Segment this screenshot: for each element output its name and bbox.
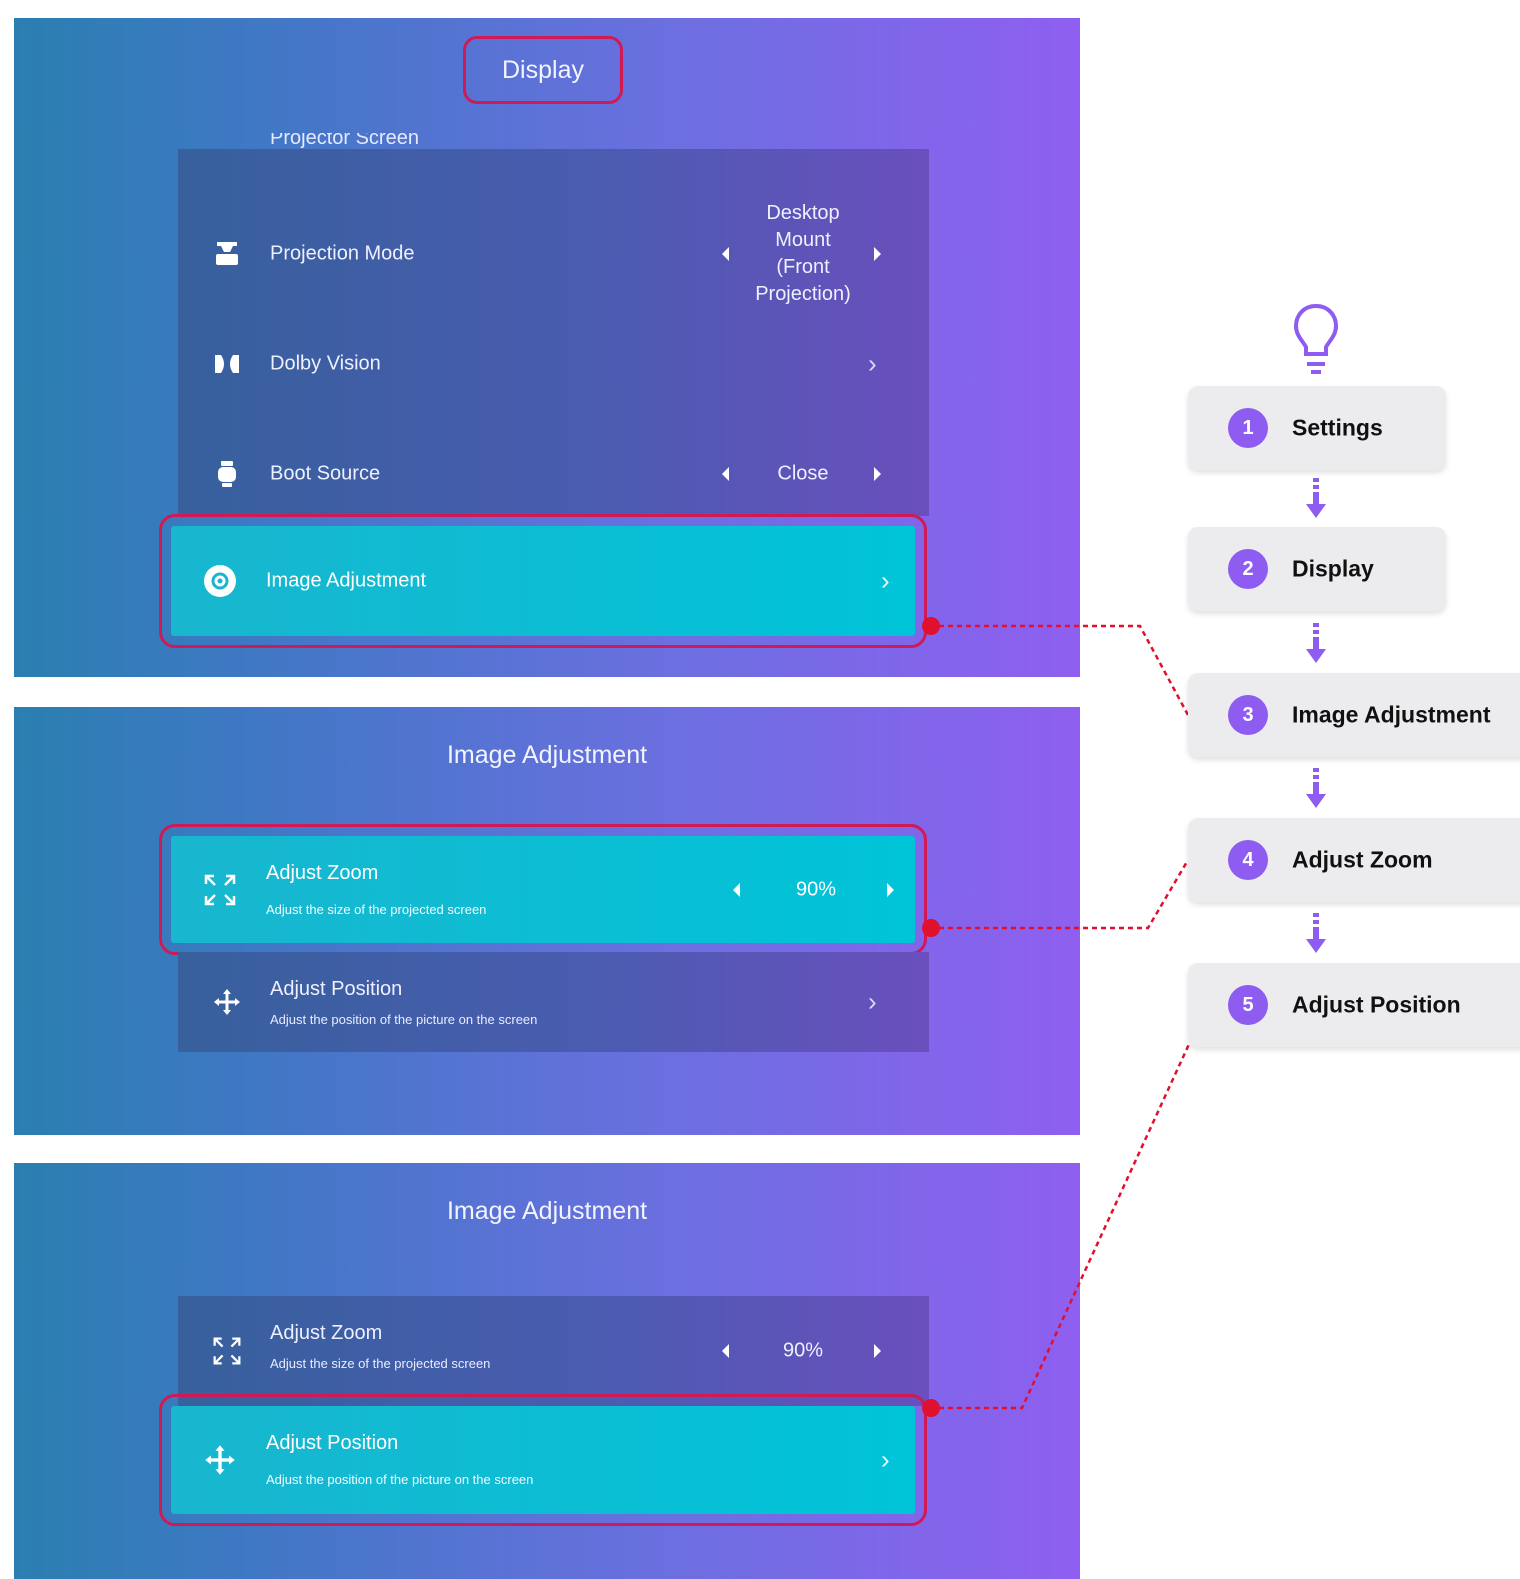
step-label: Adjust Zoom: [1292, 846, 1433, 873]
step-number-badge: 3: [1228, 695, 1268, 735]
step-settings: 1 Settings: [1188, 386, 1446, 470]
step-label: Settings: [1292, 414, 1383, 441]
arrow-down-icon: [1304, 768, 1328, 812]
step-number-badge: 1: [1228, 408, 1268, 448]
arrow-down-icon: [1304, 478, 1328, 522]
step-number-badge: 4: [1228, 840, 1268, 880]
arrow-down-icon: [1304, 913, 1328, 957]
arrow-down-icon: [1304, 623, 1328, 667]
connector-line: [930, 1041, 1192, 1410]
step-label: Display: [1292, 555, 1374, 582]
step-adjust-position: 5 Adjust Position: [1188, 963, 1520, 1047]
step-number-badge: 5: [1228, 985, 1268, 1025]
step-number-badge: 2: [1228, 549, 1268, 589]
lightbulb-icon: [1291, 302, 1341, 376]
connector-lines: [930, 624, 1192, 1410]
step-label: Adjust Position: [1292, 991, 1461, 1018]
step-image-adjustment: 3 Image Adjustment: [1188, 673, 1520, 757]
step-adjust-zoom: 4 Adjust Zoom: [1188, 818, 1520, 902]
connector-line: [930, 859, 1190, 930]
connector-dot: [922, 1399, 940, 1417]
connector-dot: [922, 617, 940, 635]
step-label: Image Adjustment: [1292, 701, 1491, 728]
connector-dot: [922, 919, 940, 937]
step-display: 2 Display: [1188, 527, 1446, 611]
connector-line: [930, 624, 1190, 716]
